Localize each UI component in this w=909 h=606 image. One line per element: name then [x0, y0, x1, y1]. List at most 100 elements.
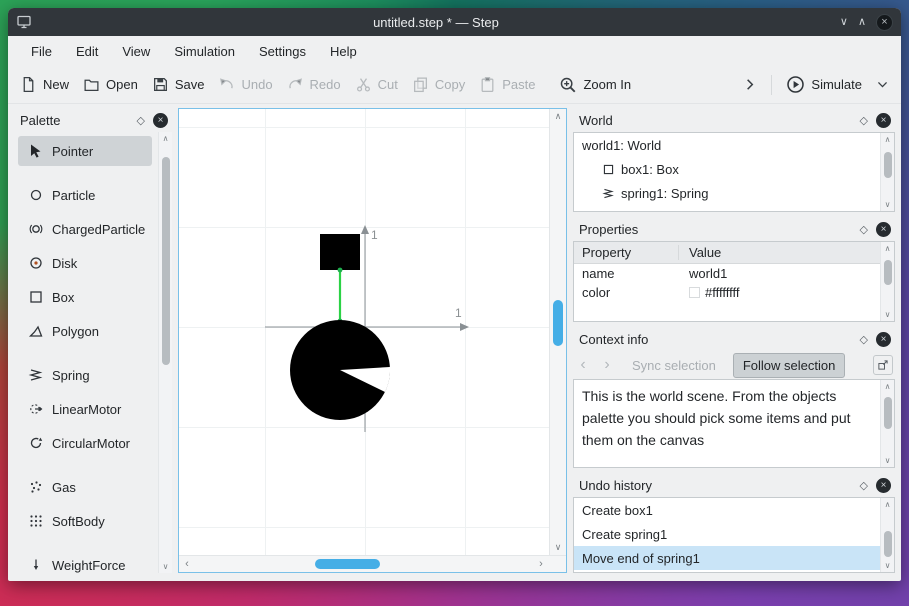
- scroll-right-icon[interactable]: ›: [533, 558, 549, 570]
- properties-scroll-thumb[interactable]: [884, 260, 892, 285]
- scroll-up-icon[interactable]: ∧: [881, 498, 894, 511]
- menu-settings[interactable]: Settings: [248, 40, 317, 63]
- undo-item-create-box1[interactable]: Create box1: [574, 498, 880, 522]
- save-button[interactable]: Save: [152, 76, 204, 93]
- properties-scrollbar[interactable]: ∧ ∨: [880, 242, 894, 321]
- canvas-vscroll-thumb[interactable]: [553, 300, 563, 346]
- palette-item-spring[interactable]: Spring: [18, 360, 152, 390]
- context-float-icon[interactable]: ◇: [860, 333, 868, 346]
- box-icon: [30, 291, 42, 303]
- paste-button[interactable]: Paste: [479, 76, 535, 93]
- palette-scrollbar[interactable]: ∧ ∨: [158, 132, 172, 573]
- minimize-button[interactable]: ∨: [840, 16, 848, 28]
- palette-item-chargedparticle[interactable]: ChargedParticle: [18, 214, 152, 244]
- cut-button[interactable]: Cut: [355, 76, 398, 93]
- undo-close-icon[interactable]: ×: [876, 477, 891, 493]
- open-button[interactable]: Open: [83, 76, 138, 93]
- undo-item-move-end-of-spring1[interactable]: Move end of spring1: [574, 546, 880, 570]
- scroll-down-icon[interactable]: ∨: [159, 560, 172, 573]
- forward-icon[interactable]: ›: [599, 356, 615, 374]
- menu-edit[interactable]: Edit: [65, 40, 109, 63]
- undo-item-create-spring1[interactable]: Create spring1: [574, 522, 880, 546]
- property-row-name[interactable]: name world1: [574, 264, 880, 283]
- scroll-down-icon[interactable]: ∨: [881, 308, 894, 321]
- scroll-down-icon[interactable]: ∨: [881, 198, 894, 211]
- new-button[interactable]: New: [20, 76, 69, 93]
- menu-help[interactable]: Help: [319, 40, 368, 63]
- palette-scroll-thumb[interactable]: [162, 157, 170, 365]
- color-swatch: [689, 287, 700, 298]
- palette-item-polygon[interactable]: Polygon: [18, 316, 152, 346]
- zoom-in-button[interactable]: Zoom In: [559, 76, 631, 94]
- world-scrollbar[interactable]: ∧ ∨: [880, 133, 894, 211]
- scroll-up-icon[interactable]: ∧: [159, 132, 172, 145]
- menu-file[interactable]: File: [20, 40, 63, 63]
- palette-close-icon[interactable]: ×: [153, 112, 168, 128]
- menu-view[interactable]: View: [111, 40, 161, 63]
- undo-icon: [220, 78, 234, 89]
- titlebar[interactable]: untitled.step * — Step ∨ ∧ ×: [8, 8, 901, 36]
- undo-scrollbar[interactable]: ∧ ∨: [880, 498, 894, 572]
- simulate-button[interactable]: Simulate: [786, 75, 862, 94]
- properties-close-icon[interactable]: ×: [876, 221, 891, 237]
- palette-item-softbody[interactable]: SoftBody: [18, 506, 152, 536]
- tree-item-box1[interactable]: box1: Box: [574, 157, 880, 181]
- disk-object[interactable]: [290, 320, 391, 420]
- context-scroll-thumb[interactable]: [884, 397, 892, 429]
- palette-item-circularmotor[interactable]: CircularMotor: [18, 428, 152, 458]
- follow-selection-button[interactable]: Follow selection: [732, 352, 846, 378]
- canvas-vertical-scrollbar[interactable]: ∧ ∨: [549, 109, 566, 555]
- undo-button[interactable]: Undo: [218, 76, 273, 93]
- box1-object[interactable]: [320, 234, 360, 270]
- canvas-horizontal-scrollbar[interactable]: ‹ ›: [179, 555, 549, 572]
- world-close-icon[interactable]: ×: [876, 112, 891, 128]
- palette-item-disk[interactable]: Disk: [18, 248, 152, 278]
- palette-item-linearmotor[interactable]: LinearMotor: [18, 394, 152, 424]
- tree-item-world1[interactable]: world1: World: [574, 133, 880, 157]
- column-value[interactable]: Value: [679, 245, 880, 260]
- canvas-scene[interactable]: 1 1: [179, 109, 549, 555]
- scroll-up-icon[interactable]: ∧: [881, 380, 894, 393]
- palette-float-icon[interactable]: ◇: [137, 114, 145, 127]
- palette-item-particle[interactable]: Particle: [18, 180, 152, 210]
- canvas-hscroll-thumb[interactable]: [315, 559, 380, 569]
- copy-button[interactable]: Copy: [412, 76, 465, 93]
- context-scrollbar[interactable]: ∧ ∨: [880, 380, 894, 467]
- scroll-left-icon[interactable]: ‹: [179, 558, 195, 570]
- maximize-button[interactable]: ∧: [858, 16, 866, 28]
- palette-item-gas[interactable]: Gas: [18, 472, 152, 502]
- property-row-color[interactable]: color #ffffffff: [574, 283, 880, 302]
- scroll-down-icon[interactable]: ∨: [881, 454, 894, 467]
- world-scroll-thumb[interactable]: [884, 152, 892, 178]
- simulate-dropdown-button[interactable]: [876, 78, 889, 91]
- scroll-up-icon[interactable]: ∧: [881, 133, 894, 146]
- properties-float-icon[interactable]: ◇: [860, 223, 868, 236]
- palette-item-box[interactable]: Box: [18, 282, 152, 312]
- undo-float-icon[interactable]: ◇: [860, 479, 868, 492]
- app-icon[interactable]: [16, 14, 32, 30]
- scroll-down-icon[interactable]: ∨: [881, 559, 894, 572]
- menu-simulation[interactable]: Simulation: [163, 40, 246, 63]
- paste-clipboard-icon: [481, 77, 494, 93]
- redo-button[interactable]: Redo: [287, 76, 341, 93]
- palette-item-weightforce[interactable]: WeightForce: [18, 550, 152, 573]
- tree-item-spring1[interactable]: spring1: Spring: [574, 181, 880, 205]
- world-float-icon[interactable]: ◇: [860, 114, 868, 127]
- palette-item-pointer[interactable]: Pointer: [18, 136, 152, 166]
- world-panel: World ◇ × world1: World box1: Box spring…: [573, 108, 895, 212]
- chevron-down-icon: [877, 82, 888, 88]
- sync-selection-button[interactable]: Sync selection: [623, 354, 725, 377]
- scroll-up-icon[interactable]: ∧: [550, 109, 566, 124]
- close-button[interactable]: ×: [876, 13, 893, 31]
- world-panel-title: World: [579, 112, 613, 128]
- spring1-end1-handle[interactable]: [337, 267, 343, 273]
- column-property[interactable]: Property: [574, 245, 679, 260]
- world-canvas[interactable]: 1 1 ∧ ∨ ‹ ›: [178, 108, 567, 573]
- context-popout-button[interactable]: [873, 355, 893, 375]
- scroll-down-icon[interactable]: ∨: [550, 540, 566, 555]
- scroll-up-icon[interactable]: ∧: [881, 242, 894, 255]
- back-icon[interactable]: ‹: [575, 356, 591, 374]
- context-close-icon[interactable]: ×: [876, 331, 891, 347]
- undo-scroll-thumb[interactable]: [884, 531, 892, 557]
- toolbar-extension-button[interactable]: [742, 77, 757, 92]
